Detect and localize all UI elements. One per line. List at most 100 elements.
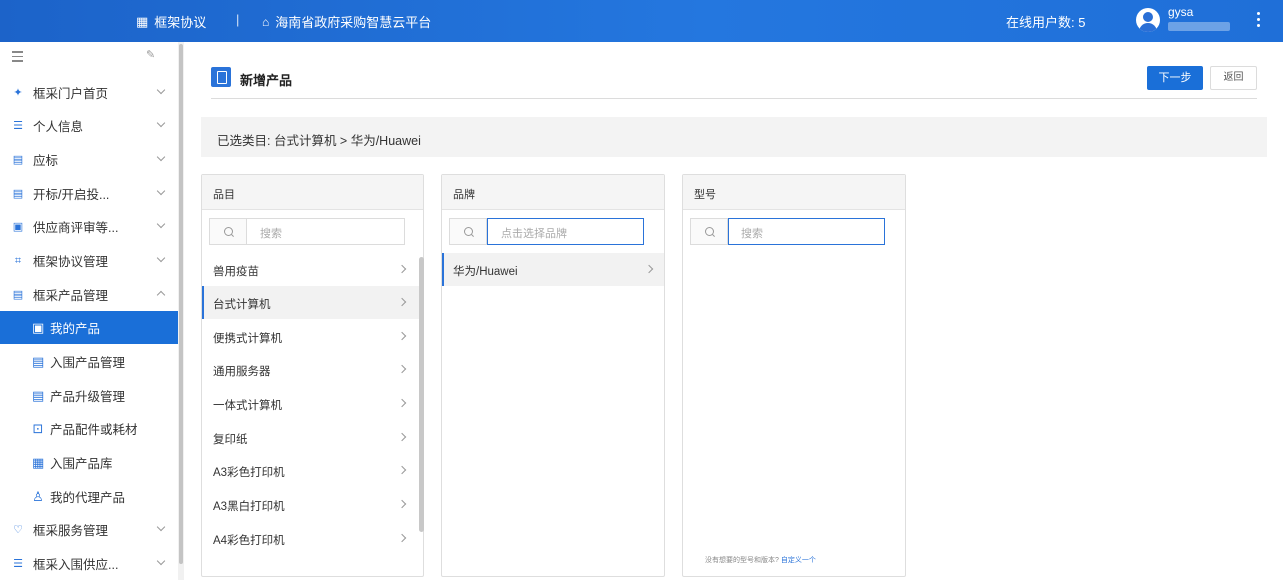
custom-model-note: 没有想要的型号和版本? 自定义一个 (705, 555, 816, 565)
search-icon[interactable] (449, 218, 487, 245)
service-icon: ♡ (13, 523, 23, 536)
avatar[interactable] (1136, 8, 1160, 32)
upgrade-icon: ▤ (32, 387, 45, 403)
top-bar: ▦ 框架协议 | ⌂ 海南省政府采购智慧云平台 在线用户数: 5 gysa (0, 0, 1283, 42)
category-search: 搜索 (209, 218, 405, 245)
category-panel-header: 品目 (202, 175, 423, 210)
sidebar-item-label: 框架协议管理 (33, 255, 109, 269)
sidebar-item-product-upgrade[interactable]: ▤ 产品升级管理 (0, 379, 178, 412)
model-search: 搜索 (690, 218, 886, 245)
sidebar-item-shortlisted-suppliers[interactable]: ☰ 框采入围供应... (0, 547, 178, 580)
page-title: 新增产品 (240, 73, 293, 88)
sidebar-item-label: 框采入围供应... (33, 558, 119, 572)
custom-model-link[interactable]: 自定义一个 (781, 557, 816, 564)
back-button[interactable]: 返回 (1210, 66, 1257, 90)
id-card-icon: ☰ (13, 119, 23, 132)
brand-panel-header: 品牌 (442, 175, 664, 210)
supplier-icon: ☰ (13, 557, 23, 570)
category-item[interactable]: 兽用疫苗 (202, 253, 419, 286)
search-icon[interactable] (690, 218, 728, 245)
sidebar-scrollbar-thumb[interactable] (179, 44, 183, 564)
chevron-right-icon (397, 465, 407, 475)
chevron-down-icon (156, 522, 166, 532)
pin-icon[interactable]: ✎ (146, 48, 155, 61)
category-item[interactable]: 便携式计算机 (202, 320, 419, 353)
model-panel-header: 型号 (683, 175, 905, 210)
category-item[interactable]: 一体式计算机 (202, 387, 419, 420)
menu-toggle-icon[interactable] (12, 51, 23, 65)
chevron-right-icon (397, 364, 407, 374)
chevron-down-icon (156, 219, 166, 229)
sidebar-item-label: 个人信息 (33, 120, 84, 134)
chevron-right-icon (397, 297, 407, 307)
category-item[interactable]: 通用服务器 (202, 353, 419, 386)
contract-icon: ⌗ (14, 254, 22, 267)
parts-icon: ⊡ (32, 420, 44, 436)
category-item-label: 台式计算机 (213, 299, 271, 311)
product-icon: ▤ (32, 353, 45, 369)
chevron-right-icon (397, 264, 407, 274)
chevron-down-icon (156, 186, 166, 196)
category-scrollbar-thumb[interactable] (419, 257, 424, 532)
chevron-down-icon (156, 85, 166, 95)
sidebar-item-agreement-mgmt[interactable]: ⌗ 框架协议管理 (0, 244, 178, 277)
review-icon: ▣ (12, 220, 24, 233)
sidebar-item-my-products[interactable]: ▣ 我的产品 (0, 311, 178, 344)
brand[interactable]: ▦ 框架协议 (136, 12, 206, 31)
chevron-right-icon (644, 264, 654, 274)
chevron-right-icon (397, 432, 407, 442)
sidebar-item-service-mgmt[interactable]: ♡ 框采服务管理 (0, 513, 178, 546)
chevron-right-icon (397, 331, 407, 341)
sidebar-item-personal-info[interactable]: ☰ 个人信息 (0, 109, 178, 142)
category-item-label: 通用服务器 (213, 366, 271, 378)
sidebar-item-shortlisted-products[interactable]: ▤ 入围产品管理 (0, 345, 178, 378)
home-icon: ⌂ (262, 14, 270, 29)
category-item[interactable]: 复印纸 (202, 421, 419, 454)
platform-title[interactable]: ⌂ 海南省政府采购智慧云平台 (262, 12, 431, 31)
category-item[interactable]: A3彩色打印机 (202, 454, 419, 487)
model-search-input[interactable]: 搜索 (728, 218, 885, 245)
title-divider (211, 98, 1257, 99)
category-item[interactable]: A4彩色打印机 (202, 522, 419, 555)
category-item-label: A3彩色打印机 (213, 467, 285, 479)
grid-icon: ▦ (136, 13, 149, 29)
chevron-right-icon (397, 398, 407, 408)
sidebar-item-supplier-review[interactable]: ▣ 供应商评审等... (0, 210, 178, 243)
sidebar-item-label: 我的代理产品 (50, 491, 126, 505)
category-search-input[interactable]: 搜索 (247, 218, 405, 245)
brand-item-selected[interactable]: 华为/Huawei (442, 253, 664, 286)
username[interactable]: gysa (1168, 5, 1193, 19)
selected-category-text: 已选类目: 台式计算机 > 华为/Huawei (217, 134, 421, 148)
brand-search: 点击选择品牌 (449, 218, 645, 245)
sidebar-item-parts-consumables[interactable]: ⊡ 产品配件或耗材 (0, 412, 178, 445)
next-step-button[interactable]: 下一步 (1147, 66, 1203, 90)
sidebar-item-product-mgmt[interactable]: ▤ 框采产品管理 (0, 278, 178, 311)
product-icon: ▤ (12, 288, 24, 301)
brand-search-input[interactable]: 点击选择品牌 (487, 218, 644, 245)
sidebar-item-bid-opening[interactable]: ▤ 开标/开启投... (0, 177, 178, 210)
chevron-down-icon (156, 152, 166, 162)
chevron-down-icon (156, 253, 166, 263)
search-icon[interactable] (209, 218, 247, 245)
sidebar-item-label: 我的产品 (50, 322, 101, 336)
category-item-label: 复印纸 (213, 434, 248, 446)
document-icon (211, 67, 231, 87)
sidebar-header: ✎ (0, 42, 178, 72)
grid-icon: ✦ (13, 86, 23, 99)
brand-label: 框架协议 (154, 15, 207, 30)
chevron-up-icon (156, 290, 166, 300)
separator: | (236, 12, 240, 27)
sidebar-item-agent-products[interactable]: ♙ 我的代理产品 (0, 480, 178, 513)
category-item[interactable]: A3黑白打印机 (202, 488, 419, 521)
sidebar-item-label: 开标/开启投... (33, 188, 110, 202)
sidebar-item-portal-home[interactable]: ✦ 框采门户首页 (0, 76, 178, 109)
more-menu-icon[interactable] (1252, 10, 1264, 32)
category-item-selected[interactable]: 台式计算机 (202, 286, 419, 319)
sidebar-item-label: 框采产品管理 (33, 289, 109, 303)
sidebar-item-product-library[interactable]: ▦ 入围产品库 (0, 446, 178, 479)
sidebar-item-bid[interactable]: ▤ 应标 (0, 143, 178, 176)
grid-icon: ▦ (32, 454, 45, 470)
chevron-right-icon (397, 533, 407, 543)
brand-panel: 品牌 点击选择品牌 华为/Huawei (441, 174, 665, 577)
sidebar-item-label: 框采服务管理 (33, 524, 109, 538)
